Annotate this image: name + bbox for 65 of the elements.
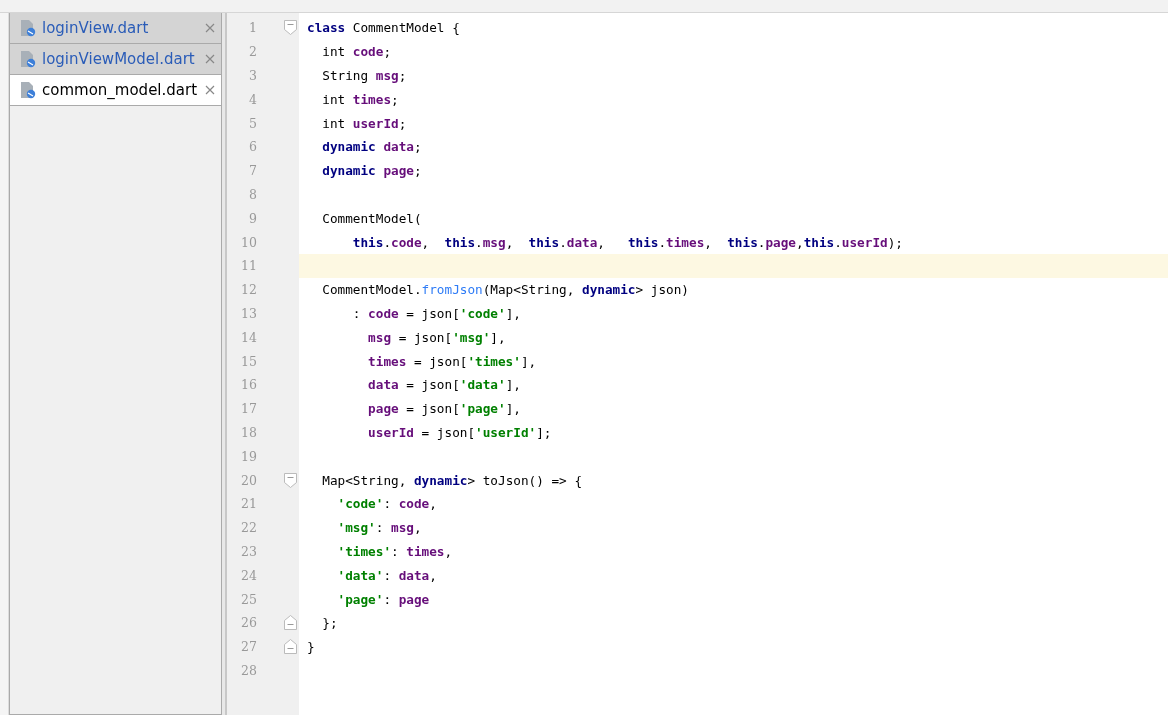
code-line: dynamic data; (321, 139, 422, 155)
code-line: String msg; (321, 68, 407, 83)
fold-marker-icon[interactable] (284, 20, 297, 36)
line-number: 15 (240, 353, 257, 369)
fold-marker-icon[interactable] (284, 615, 297, 631)
line-number: 2 (248, 44, 257, 60)
line-number: 3 (248, 68, 257, 83)
fold-marker-icon[interactable] (284, 639, 297, 655)
line-number: 28 (240, 662, 257, 678)
line-number: 24 (240, 567, 257, 583)
code-line: Map<String, dynamic> toJson() => { (321, 472, 582, 488)
line-number: 21 (240, 496, 257, 512)
code-line: dynamic page; (321, 163, 422, 179)
editor-tab[interactable]: loginViewModel.dart (10, 44, 221, 75)
close-icon[interactable] (205, 23, 215, 33)
line-number: 5 (248, 115, 257, 131)
line-number: 27 (240, 639, 257, 655)
code-line: } (307, 639, 315, 655)
code-line: msg = json['msg'], (367, 329, 506, 345)
code-line: page = json['page'], (367, 401, 521, 417)
line-number: 23 (240, 543, 257, 559)
dart-file-icon (20, 50, 36, 68)
code-line: CommentModel( (321, 210, 422, 226)
line-number: 18 (240, 424, 257, 440)
line-number: 12 (240, 282, 257, 298)
fold-marker-icon[interactable] (284, 472, 297, 488)
code-line: data = json['data'], (367, 377, 521, 393)
code-line: 'data': data, (336, 567, 437, 583)
line-number: 26 (240, 615, 257, 631)
line-number: 13 (240, 305, 257, 321)
editor-tab[interactable]: common_model.dart (10, 75, 221, 106)
line-number: 7 (248, 163, 257, 179)
code-line: 'code': code, (336, 496, 437, 512)
close-icon[interactable] (205, 85, 215, 95)
line-number: 20 (240, 472, 257, 488)
code-line: 'times': times, (336, 543, 453, 559)
code-line: int code; (321, 44, 392, 60)
editor-tab[interactable]: loginView.dart (10, 13, 221, 44)
code-line: userId = json['userId']; (367, 424, 552, 440)
code-line: int times; (321, 91, 399, 107)
line-number: 11 (240, 258, 257, 274)
code-line: 'msg': msg, (336, 520, 422, 536)
line-number: 14 (240, 329, 257, 345)
line-number: 25 (240, 591, 257, 607)
line-number: 8 (248, 186, 257, 202)
line-number: 9 (248, 210, 257, 226)
close-icon[interactable] (205, 54, 215, 64)
line-number: 19 (240, 448, 257, 464)
dart-file-icon (20, 81, 36, 99)
code-line: }; (321, 615, 338, 631)
line-number: 10 (240, 234, 257, 250)
code-line: 'page': page (336, 591, 430, 607)
code-line: this.code, this.msg, this.data, this.times, this.page,this.userId); (351, 234, 903, 250)
code-line: int userId; (321, 115, 407, 131)
dart-file-icon (20, 19, 36, 37)
line-number: 1 (248, 20, 257, 36)
code-line: : code = json['code'], (351, 305, 521, 321)
line-number: 4 (248, 91, 257, 107)
line-number: 22 (240, 520, 257, 536)
line-number: 6 (248, 139, 257, 155)
code-line: CommentModel.fromJson(Map<String, dynamic> json) (321, 282, 689, 298)
line-number: 17 (240, 401, 257, 417)
line-number: 16 (240, 377, 257, 393)
code-line: times = json['times'], (367, 353, 537, 369)
code-line: class CommentModel { (307, 20, 460, 36)
